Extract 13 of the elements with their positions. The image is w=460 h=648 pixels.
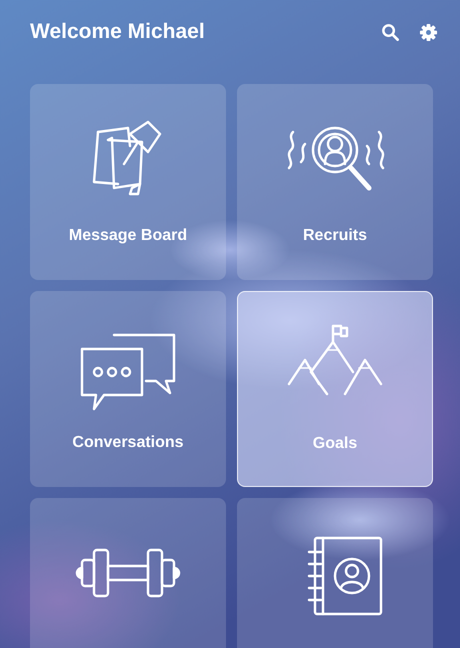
tile-label: Conversations bbox=[72, 434, 184, 452]
search-icon[interactable] bbox=[381, 22, 400, 42]
tile-label: Goals bbox=[312, 435, 358, 453]
tile-label: Message Board bbox=[68, 227, 188, 245]
welcome-title: Welcome Michael bbox=[30, 20, 205, 44]
menu-tile[interactable] bbox=[237, 498, 433, 648]
tile-label: Recruits bbox=[302, 227, 368, 245]
menu-tile[interactable]: Message Board bbox=[30, 84, 226, 280]
menu-tile[interactable]: Recruits bbox=[237, 84, 433, 280]
menu-tile[interactable] bbox=[30, 498, 226, 648]
menu-tile[interactable]: Goals bbox=[237, 291, 433, 487]
settings-icon[interactable] bbox=[419, 22, 438, 42]
menu-tile[interactable]: Conversations bbox=[30, 291, 226, 487]
